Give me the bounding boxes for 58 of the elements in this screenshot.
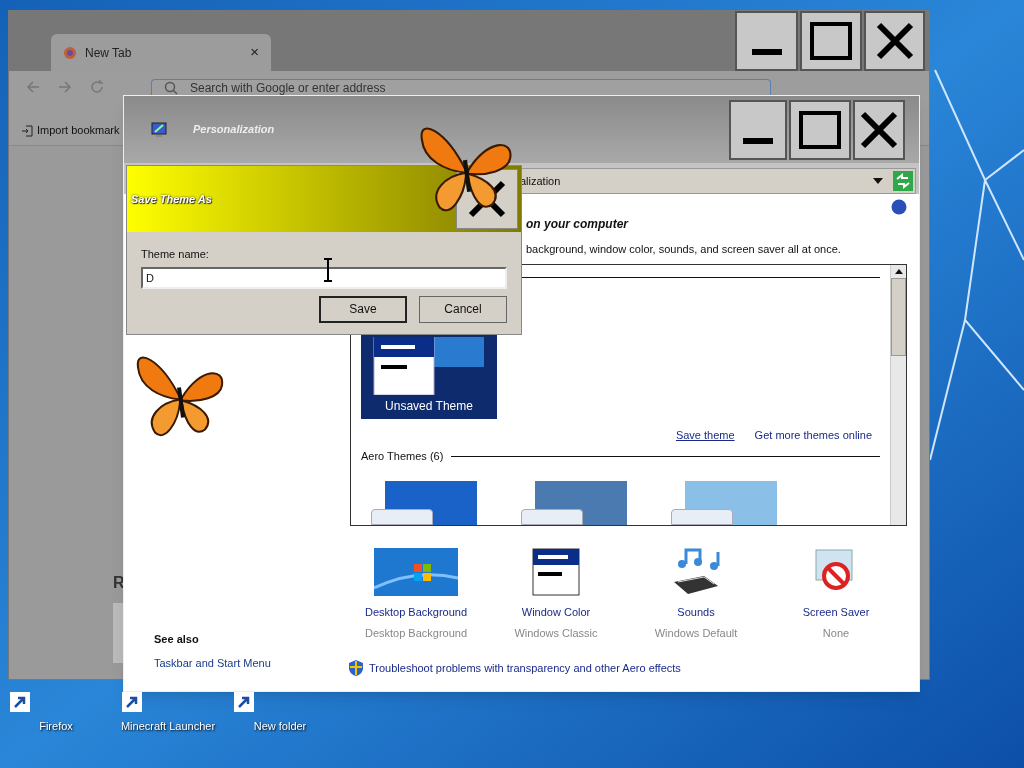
page-heading: on your computer — [526, 216, 630, 233]
maximize-button[interactable] — [800, 11, 862, 71]
setting-link[interactable]: Desktop Background — [364, 603, 468, 620]
close-icon — [875, 22, 914, 60]
desktop-icon-label[interactable]: Minecraft Launcher — [120, 718, 216, 735]
troubleshoot-link[interactable]: Troubleshoot problems with transparency and other Aero effects — [369, 659, 681, 676]
minimize-icon — [743, 135, 773, 146]
maximize-icon — [799, 110, 841, 149]
theme-name-field[interactable]: D — [141, 266, 507, 289]
minimize-button[interactable] — [735, 11, 798, 71]
setting-value: Windows Default — [654, 626, 738, 641]
close-button[interactable] — [864, 11, 925, 71]
scrollbar[interactable] — [890, 264, 906, 525]
breadcrumb: alization — [520, 173, 562, 189]
see-also-heading: See also — [154, 632, 200, 647]
search-icon — [164, 80, 178, 95]
browser-tab[interactable]: New Tab × — [51, 34, 271, 71]
shield-icon — [349, 659, 363, 676]
wallpaper-icon[interactable] — [374, 547, 458, 596]
theme-name: Unsaved Theme — [385, 397, 473, 415]
import-icon — [21, 124, 33, 137]
tab-close-button[interactable]: × — [250, 41, 259, 64]
close-icon — [860, 110, 898, 149]
address-field[interactable]: Search with Google or enter address — [151, 79, 771, 95]
monitor-icon — [151, 121, 167, 138]
taskbar-link[interactable]: Taskbar and Start Menu — [154, 654, 350, 671]
setting-value: Desktop Background — [364, 626, 468, 641]
setting-value: Windows Classic — [514, 626, 598, 641]
close-button[interactable] — [853, 99, 905, 160]
page-description: background, window color, sounds, and screen saver all at once. — [526, 242, 842, 257]
get-themes-link[interactable]: Get more themes online — [754, 426, 872, 443]
dropdown-caret-icon[interactable] — [873, 178, 883, 184]
window-title: Personalization — [193, 122, 275, 138]
cancel-button[interactable]: Cancel — [419, 295, 507, 323]
window-color-icon[interactable] — [532, 547, 580, 596]
import-bookmarks-link[interactable]: Import bookmark — [37, 122, 120, 139]
minimize-icon — [751, 47, 782, 57]
desktop-icon-label[interactable]: Firefox — [39, 718, 73, 735]
save-theme-link[interactable]: Save theme — [675, 426, 735, 443]
setting-link[interactable]: Screen Saver — [802, 603, 870, 620]
scroll-up-icon[interactable] — [894, 268, 903, 274]
text-cursor-icon — [324, 258, 332, 282]
maximize-icon — [810, 22, 852, 60]
save-button[interactable]: Save — [319, 295, 407, 323]
refresh-icon[interactable] — [893, 171, 913, 191]
content-heading: R — [113, 573, 126, 593]
dialog-title: Save Theme As — [131, 191, 212, 207]
aero-themes-heading: Aero Themes (6) — [361, 449, 444, 464]
setting-link[interactable]: Window Color — [521, 603, 591, 620]
scroll-thumb[interactable] — [891, 277, 906, 356]
setting-link[interactable]: Sounds — [677, 603, 715, 620]
maximize-button[interactable] — [789, 99, 851, 160]
browser-logo-icon — [63, 45, 77, 60]
setting-value: None — [822, 626, 850, 641]
desktop-icon-label[interactable]: New folder — [253, 718, 307, 735]
minimize-button[interactable] — [729, 99, 787, 160]
field-label: Theme name: — [141, 247, 210, 262]
tab-title: New Tab — [85, 44, 133, 62]
